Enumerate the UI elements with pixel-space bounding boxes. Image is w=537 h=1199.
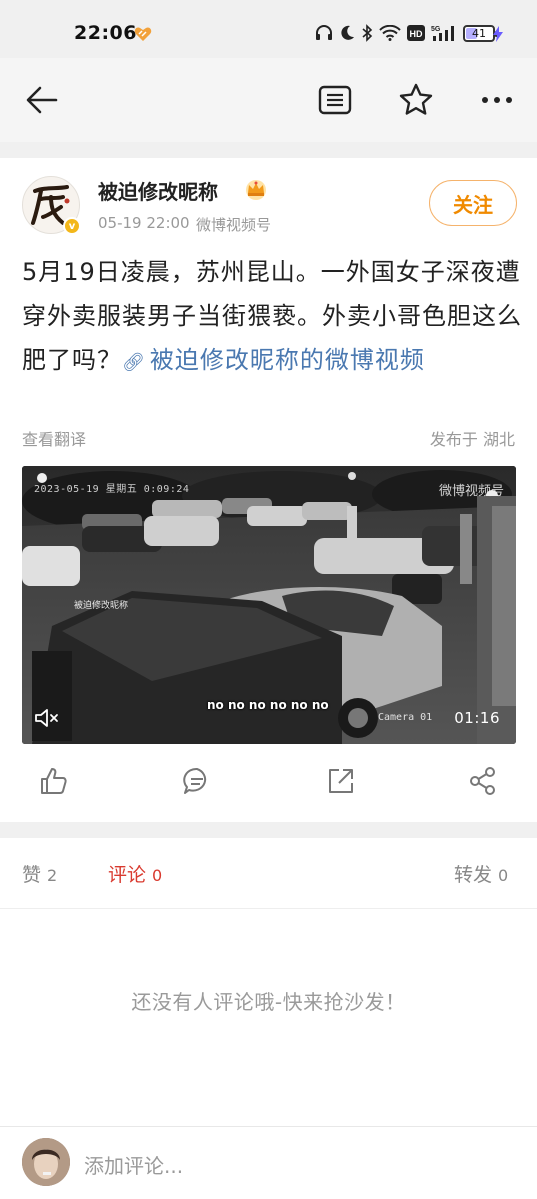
wifi-icon [379,25,401,41]
user-avatar[interactable] [22,1138,70,1186]
tab-likes[interactable]: 赞2 [22,860,57,887]
post-location: 发布于 湖北 [429,430,515,449]
video-username-overlay: 被迫修改昵称 [74,601,129,611]
crown-icon [246,180,266,200]
svg-text:5G: 5G [431,26,441,33]
username[interactable]: 被迫修改昵称 [98,176,218,205]
section-divider [0,142,537,158]
like-icon[interactable] [38,766,68,796]
comment-bar: 添加评论... [0,1126,537,1199]
status-icons: HD 5G 41 [315,24,498,42]
status-time: 22:06 [74,22,137,44]
video-camera-label: Camera 01 [378,712,433,723]
bluetooth-icon [362,24,373,42]
post-time: 05-19 22:00 [98,214,190,232]
tab-comments-label: 评论 [108,864,147,886]
mute-icon[interactable] [34,706,60,730]
video-duration: 01:16 [454,709,500,727]
repost-icon[interactable] [326,766,356,796]
comment-input[interactable]: 添加评论... [84,1150,183,1179]
document-icon[interactable] [318,84,352,116]
section-divider [0,822,537,838]
action-bar [0,756,537,812]
more-icon[interactable] [478,84,516,116]
translate-link[interactable]: 查看翻译 [22,426,86,450]
video-player[interactable]: 2023-05-19 星期五 0:09:24 微博视频号 被迫修改昵称 no n… [22,466,516,744]
back-arrow-icon[interactable] [24,82,60,118]
tab-comments-count: 0 [152,866,163,885]
tab-divider [0,908,537,909]
video-subtitle: no no no no no no [207,698,329,712]
charging-icon [493,26,503,42]
headphones-icon [316,25,332,40]
share-icon[interactable] [468,766,498,796]
tab-comments[interactable]: 评论 0 [108,860,162,887]
battery-level: 41 [472,26,486,40]
empty-comments-message: 还没有人评论哦-快来抢沙发！ [131,990,406,1014]
top-nav [0,58,537,142]
heart-icon [134,27,152,41]
star-icon[interactable] [398,82,434,118]
tab-reposts[interactable]: 转发 0 [454,860,508,887]
hd-icon: HD [407,25,425,41]
post-source: 微博视频号 [196,216,272,234]
user-avatar-image [22,1138,70,1186]
tab-likes-count: 2 [47,866,58,885]
follow-button[interactable]: 关注 [429,180,517,226]
avatar[interactable]: v [22,176,81,235]
tab-reposts-count: 0 [498,866,509,885]
tab-likes-label: 赞 [22,864,42,886]
moon-icon [341,25,354,40]
status-bar: 22:06 HD 5G 41 [0,0,537,58]
comment-icon[interactable] [182,766,212,796]
tab-reposts-label: 转发 [454,864,493,886]
post-text: 5月19日凌晨，苏州昆山。一外国女子深夜遭穿外卖服装男子当街猥亵。外卖小哥色胆这… [22,250,522,385]
video-watermark: 微博视频号 [438,484,504,499]
video-link[interactable]: 被迫修改昵称的微博视频 [150,346,425,374]
5g-signal-icon: 5G [431,26,454,41]
battery-icon: 41 [463,24,498,42]
link-icon: 🔗︎ [122,352,146,373]
video-timestamp: 2023-05-19 星期五 0:09:24 [34,484,190,495]
svg-text:HD: HD [410,29,423,39]
verified-badge-icon: v [63,217,81,235]
